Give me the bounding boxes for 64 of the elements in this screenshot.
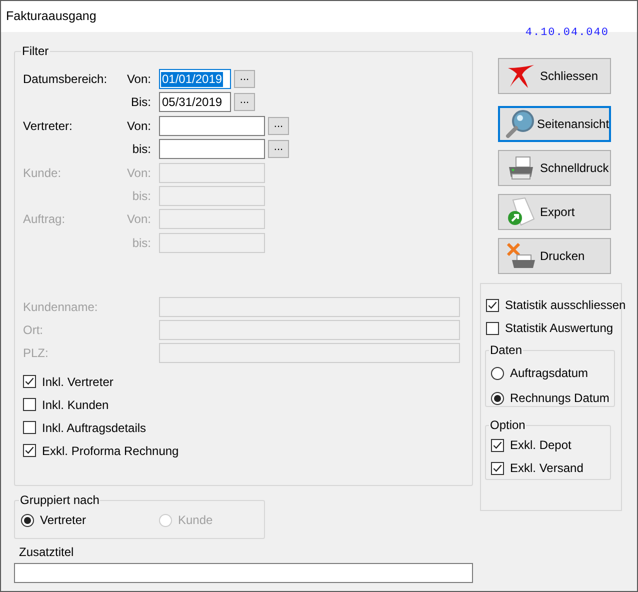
date-field[interactable]: 01/01/2019 xyxy=(159,69,231,89)
date-field[interactable]: 05/31/2019 xyxy=(159,92,231,112)
radio-label: Auftragsdatum xyxy=(510,365,588,382)
toolbar-button[interactable]: Export xyxy=(498,194,611,230)
field-label: bis: xyxy=(132,141,151,158)
input-field[interactable] xyxy=(14,563,473,583)
radio-button[interactable] xyxy=(491,366,504,380)
toolbar-button[interactable]: Schnelldruck xyxy=(498,150,611,186)
version-label: 4.10.04.040 xyxy=(525,27,609,39)
checkbox[interactable] xyxy=(23,375,36,388)
group-title: Option xyxy=(489,417,526,434)
field-label: bis: xyxy=(132,188,151,205)
group-title: Gruppiert nach xyxy=(19,492,100,509)
checkbox-label: Exkl. Proforma Rechnung xyxy=(42,442,179,460)
document-export-icon xyxy=(506,197,536,227)
window-title: Fakturaausgang xyxy=(6,8,96,26)
field-label: Von: xyxy=(126,118,151,135)
checkbox-label: Inkl. Kunden xyxy=(42,396,109,414)
radio-label: Rechnungs Datum xyxy=(510,390,610,407)
checkbox[interactable] xyxy=(491,462,504,474)
field-label: Auftrag: xyxy=(23,212,66,226)
picker-button[interactable]: ... xyxy=(268,116,289,135)
radio-button[interactable] xyxy=(491,392,504,404)
input-field[interactable] xyxy=(159,139,265,160)
checkbox-label: Exkl. Versand xyxy=(510,460,584,477)
checkbox-label: Statistik ausschliessen xyxy=(505,297,626,314)
toolbar-button[interactable]: Drucken xyxy=(498,238,611,274)
toolbar-button[interactable]: Seitenansicht xyxy=(498,106,611,142)
checkbox[interactable] xyxy=(23,444,36,458)
field-label: Kunde: xyxy=(23,166,62,180)
field-label: Ort: xyxy=(23,322,43,337)
radio-label: Vertreter xyxy=(40,512,86,529)
field-label: PLZ: xyxy=(23,346,48,360)
checkbox-label: Statistik Auswertung xyxy=(505,320,614,337)
field-label: Bis: xyxy=(130,94,151,112)
checkbox-label: Inkl. Auftragsdetails xyxy=(42,420,146,437)
cross-icon xyxy=(506,63,536,89)
checkbox[interactable] xyxy=(486,298,499,312)
group-title: Daten xyxy=(489,342,524,359)
toolbar-button[interactable]: Schliessen xyxy=(498,58,611,94)
input-field[interactable] xyxy=(159,116,265,136)
field-label: bis: xyxy=(132,234,151,252)
checkbox-label: Exkl. Depot xyxy=(510,437,572,454)
checkbox[interactable] xyxy=(23,421,36,434)
picker-button[interactable]: ... xyxy=(234,70,255,88)
field-label: Von: xyxy=(126,71,151,88)
radio-label: Kunde xyxy=(178,512,213,529)
checkbox[interactable] xyxy=(23,398,36,412)
radio-button[interactable] xyxy=(21,514,34,526)
magnifier-icon xyxy=(505,109,535,139)
checkbox[interactable] xyxy=(486,322,499,334)
field-label: Datumsbereich: xyxy=(23,72,108,86)
field-label: Von: xyxy=(126,164,151,182)
checkbox-label: Inkl. Vertreter xyxy=(42,374,114,391)
picker-button[interactable]: ... xyxy=(234,93,255,112)
field-label: Vertreter: xyxy=(23,118,72,133)
checkbox[interactable] xyxy=(491,438,504,452)
printer-icon xyxy=(506,155,536,181)
field-label: Kundenname: xyxy=(23,300,98,314)
tools-printer-icon xyxy=(505,241,537,271)
picker-button[interactable]: ... xyxy=(268,140,289,158)
field-label: Zusatztitel xyxy=(19,544,74,561)
group-title: Filter xyxy=(21,43,50,60)
field-label: Von: xyxy=(126,211,151,228)
